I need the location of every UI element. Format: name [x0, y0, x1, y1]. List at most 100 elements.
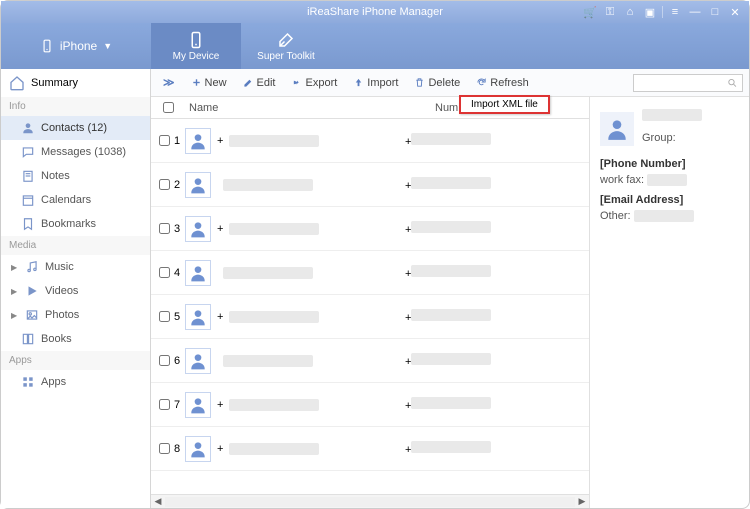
avatar — [185, 260, 211, 286]
import-icon — [353, 77, 364, 88]
import-button[interactable]: Import — [347, 74, 404, 92]
row-checkbox[interactable] — [159, 135, 170, 146]
minimize-icon[interactable]: — — [687, 5, 703, 19]
button-label: Edit — [257, 77, 276, 89]
photos-icon — [25, 308, 39, 322]
column-name[interactable]: Name — [185, 102, 395, 114]
top-nav: iPhone ▼ My Device Super Toolkit — [1, 23, 749, 69]
row-checkbox[interactable] — [159, 179, 170, 190]
name-prefix: + — [217, 443, 223, 455]
group-label: Group: — [642, 132, 702, 144]
table-row[interactable]: 5 + + — [151, 295, 589, 339]
tab-super-toolkit[interactable]: Super Toolkit — [241, 23, 331, 69]
row-checkbox[interactable] — [159, 267, 170, 278]
name-blur — [223, 179, 313, 191]
name-prefix: + — [217, 399, 223, 411]
key-icon[interactable]: ⚿ — [602, 5, 618, 19]
search-box[interactable] — [633, 74, 743, 92]
table-row[interactable]: 2 + — [151, 163, 589, 207]
row-checkbox[interactable] — [159, 355, 170, 366]
table-row[interactable]: 8 + + — [151, 427, 589, 471]
sidebar-item-music[interactable]: ▶ Music — [1, 255, 150, 279]
sidebar-item-notes[interactable]: Notes — [1, 164, 150, 188]
avatar — [185, 128, 211, 154]
device-selector[interactable]: iPhone ▼ — [1, 23, 151, 69]
number-blur — [411, 309, 491, 321]
person-icon — [188, 263, 208, 283]
import-xml-item[interactable]: Import XML file — [471, 99, 538, 110]
sidebar-item-contacts[interactable]: Contacts (12) — [1, 116, 150, 140]
sidebar-item-books[interactable]: Books — [1, 327, 150, 351]
person-icon — [188, 131, 208, 151]
sidebar-item-messages[interactable]: Messages (1038) — [1, 140, 150, 164]
other-label: Other: — [600, 210, 631, 222]
import-dropdown[interactable]: Import XML file — [459, 95, 550, 114]
music-icon — [25, 260, 39, 274]
main-panel: ≫ New Edit Export Import Delete — [151, 69, 749, 508]
titlebar: iReaShare iPhone Manager 🛒 ⚿ ⌂ ▣ ≡ — □ ✕ — [1, 1, 749, 23]
sidebar-item-apps[interactable]: Apps — [1, 370, 150, 394]
name-prefix: + — [217, 311, 223, 323]
name-prefix: + — [217, 135, 223, 147]
number-blur — [411, 221, 491, 233]
scroll-right-icon[interactable]: ▶ — [575, 495, 589, 509]
feedback-icon[interactable]: ▣ — [642, 5, 658, 19]
table-row[interactable]: 3 + + — [151, 207, 589, 251]
row-checkbox[interactable] — [159, 443, 170, 454]
person-icon — [604, 116, 630, 142]
new-button[interactable]: New — [185, 74, 233, 92]
sidebar-item-bookmarks[interactable]: Bookmarks — [1, 212, 150, 236]
horizontal-scrollbar[interactable]: ◀ ▶ — [151, 494, 589, 508]
contact-list: 1 + + 2 + 3 + + 4 + 5 + + — [151, 119, 589, 494]
other-value-blur — [634, 210, 694, 222]
window-controls: 🛒 ⚿ ⌂ ▣ ≡ — □ ✕ — [582, 5, 743, 19]
row-checkbox[interactable] — [159, 311, 170, 322]
table-row[interactable]: 1 + + — [151, 119, 589, 163]
button-label: New — [205, 77, 227, 89]
scroll-left-icon[interactable]: ◀ — [151, 495, 165, 509]
edit-button[interactable]: Edit — [237, 74, 282, 92]
books-icon — [21, 332, 35, 346]
device-icon — [187, 31, 205, 49]
maximize-icon[interactable]: □ — [707, 5, 723, 19]
name-blur — [229, 443, 319, 455]
export-icon — [292, 77, 303, 88]
sidebar-item-calendars[interactable]: Calendars — [1, 188, 150, 212]
toolbar: ≫ New Edit Export Import Delete — [151, 69, 749, 97]
sidebar-label: Apps — [41, 376, 66, 388]
video-icon — [25, 284, 39, 298]
plus-icon — [191, 77, 202, 88]
table-row[interactable]: 7 + + — [151, 383, 589, 427]
refresh-button[interactable]: Refresh — [470, 74, 535, 92]
delete-button[interactable]: Delete — [408, 74, 466, 92]
home-icon — [9, 75, 25, 91]
sidebar-group-apps: Apps — [1, 351, 150, 370]
sidebar-label: Bookmarks — [41, 218, 96, 230]
expand-button[interactable]: ≫ — [157, 73, 181, 92]
app-title: iReaShare iPhone Manager — [307, 6, 443, 18]
row-index: 1 — [174, 135, 180, 147]
work-fax-label: work fax: — [600, 174, 644, 186]
table-row[interactable]: 6 + — [151, 339, 589, 383]
row-checkbox[interactable] — [159, 223, 170, 234]
device-name: iPhone — [60, 39, 97, 53]
row-checkbox[interactable] — [159, 399, 170, 410]
number-blur — [411, 441, 491, 453]
tab-my-device[interactable]: My Device — [151, 23, 241, 69]
menu-icon[interactable]: ≡ — [667, 5, 683, 19]
sidebar-item-videos[interactable]: ▶ Videos — [1, 279, 150, 303]
number-blur — [411, 397, 491, 409]
sidebar-label: Contacts (12) — [41, 122, 107, 134]
sidebar-label: Notes — [41, 170, 70, 182]
export-button[interactable]: Export — [286, 74, 344, 92]
table-row[interactable]: 4 + — [151, 251, 589, 295]
home-icon[interactable]: ⌂ — [622, 5, 638, 19]
select-all-checkbox[interactable] — [163, 102, 174, 113]
avatar — [185, 348, 211, 374]
close-icon[interactable]: ✕ — [727, 5, 743, 19]
name-prefix: + — [217, 223, 223, 235]
search-input[interactable] — [638, 77, 727, 88]
cart-icon[interactable]: 🛒 — [582, 5, 598, 19]
sidebar-item-photos[interactable]: ▶ Photos — [1, 303, 150, 327]
sidebar-summary[interactable]: Summary — [1, 69, 150, 97]
